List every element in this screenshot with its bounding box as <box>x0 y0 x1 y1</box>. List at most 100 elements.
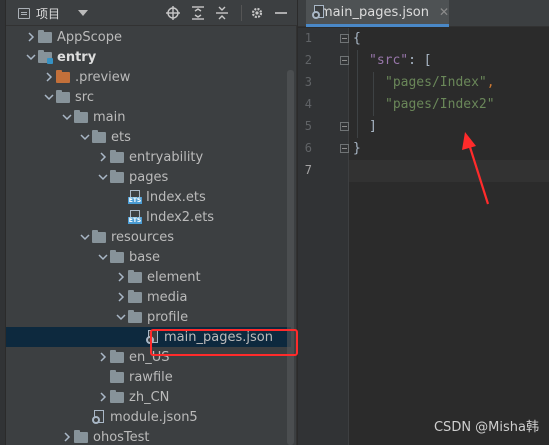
tree-item-label: ohosTest <box>93 429 150 445</box>
tree-item[interactable]: src <box>6 87 291 107</box>
chevron-right-icon[interactable] <box>60 427 74 445</box>
tree-item-label: profile <box>147 309 189 325</box>
editor-gutter <box>298 28 348 445</box>
fold-marker[interactable] <box>340 144 349 153</box>
chevron-right-icon[interactable] <box>96 147 110 167</box>
code-line-5: ] <box>369 116 377 138</box>
chevron-down-icon[interactable] <box>114 307 128 327</box>
chevron-down-icon[interactable] <box>60 107 74 127</box>
token-bracket: ] <box>369 119 377 134</box>
chevron-down-icon[interactable] <box>42 87 56 107</box>
tree-item[interactable]: zh_CN <box>6 387 291 407</box>
line-number: 1 <box>304 31 312 45</box>
tree-item[interactable]: rawfile <box>6 367 291 387</box>
tree-item[interactable]: entryability <box>6 147 291 167</box>
tree-item-label: resources <box>111 229 175 245</box>
chevron-down-icon[interactable] <box>96 247 110 267</box>
code-line-2: "src": [ <box>369 50 432 72</box>
tree-item-label: main <box>93 109 126 125</box>
tree-item[interactable]: entry <box>6 47 291 67</box>
tab-main-pages-json[interactable]: main_pages.json ✕ <box>306 0 449 27</box>
tree-item[interactable]: ets <box>6 127 291 147</box>
project-panel-title: 项目 <box>36 6 61 21</box>
tree-item-label: src <box>75 89 94 105</box>
code-line-1: { <box>353 28 361 50</box>
folder-icon <box>110 169 124 183</box>
crosshair-icon <box>166 6 180 20</box>
line-number: 5 <box>304 119 312 133</box>
chevron-down-icon[interactable] <box>78 127 92 147</box>
tree-scrollbar[interactable] <box>287 70 294 445</box>
tree-item[interactable]: base <box>6 247 291 267</box>
gear-icon <box>251 7 263 19</box>
collapse-all-button[interactable] <box>213 4 231 22</box>
tree-item-label: base <box>129 249 160 265</box>
chevron-right-icon[interactable] <box>96 347 110 367</box>
fold-marker[interactable] <box>340 34 349 43</box>
tree-item-label: element <box>147 269 201 285</box>
tree-item-label: zh_CN <box>129 389 170 405</box>
folder-icon <box>92 229 106 243</box>
token-colon: : <box>408 53 424 68</box>
chevron-down-icon[interactable] <box>96 167 110 187</box>
hide-panel-button[interactable] <box>272 4 290 22</box>
tree-item[interactable]: ETS Index2.ets <box>6 207 291 227</box>
tree-item[interactable]: ohosTest <box>6 427 291 445</box>
minimize-icon <box>275 12 287 14</box>
settings-button[interactable] <box>248 4 266 22</box>
tree-item[interactable]: ETS Index.ets <box>6 187 291 207</box>
fold-marker[interactable] <box>340 122 349 131</box>
tree-item[interactable]: AppScope <box>6 27 291 47</box>
project-view-selector[interactable]: 项目 <box>18 4 89 22</box>
tree-item-label: ets <box>111 129 131 145</box>
code-line-3: "pages/Index", <box>385 72 495 94</box>
code-editor[interactable]: { "src": [ "pages/Index", "pages/Index2"… <box>349 28 549 445</box>
locate-file-button[interactable] <box>164 4 182 22</box>
expand-all-button[interactable] <box>189 4 207 22</box>
project-panel-header: 项目 <box>6 0 297 26</box>
ets-file-icon: ETS <box>128 210 142 224</box>
chevron-down-icon[interactable] <box>24 47 38 67</box>
tree-item-label: AppScope <box>57 29 122 45</box>
tree-item-label: entryability <box>129 149 204 165</box>
tree-item[interactable]: main <box>6 107 291 127</box>
code-line-6: } <box>353 138 361 160</box>
annotation-arrow <box>462 132 490 205</box>
collapse-all-icon <box>216 6 228 20</box>
tree-item[interactable]: profile <box>6 307 291 327</box>
annotation-highlight-box <box>150 329 298 356</box>
expand-all-icon <box>192 6 204 20</box>
indent-guide <box>373 72 374 116</box>
folder-icon <box>110 149 124 163</box>
chevron-right-icon[interactable] <box>114 287 128 307</box>
fold-marker[interactable] <box>340 56 349 65</box>
folder-icon <box>128 289 142 303</box>
tree-item[interactable]: module.json5 <box>6 407 291 427</box>
tab-label: main_pages.json <box>320 4 429 20</box>
tree-item[interactable]: media <box>6 287 291 307</box>
close-icon[interactable]: ✕ <box>439 5 449 19</box>
chevron-right-icon[interactable] <box>24 27 38 47</box>
chevron-right-icon[interactable] <box>114 267 128 287</box>
editor-tab-bar: main_pages.json ✕ <box>298 0 549 27</box>
tree-item-label: entry <box>57 49 97 65</box>
tree-item[interactable]: pages <box>6 167 291 187</box>
folder-icon <box>92 129 106 143</box>
tree-item-label: Index.ets <box>146 189 206 205</box>
folder-icon <box>110 369 124 383</box>
chevron-right-icon[interactable] <box>96 387 110 407</box>
tree-item-label: module.json5 <box>110 409 198 425</box>
chevron-right-icon[interactable] <box>42 67 56 87</box>
tree-item[interactable]: resources <box>6 227 291 247</box>
ets-file-icon: ETS <box>128 190 142 204</box>
chevron-down-icon[interactable] <box>78 227 92 247</box>
token-string: "pages/Index" <box>385 75 487 90</box>
tree-item-label: media <box>147 289 188 305</box>
tree-item[interactable]: .preview <box>6 67 291 87</box>
tree-item[interactable]: element <box>6 267 291 287</box>
token-key: "src" <box>369 53 409 68</box>
